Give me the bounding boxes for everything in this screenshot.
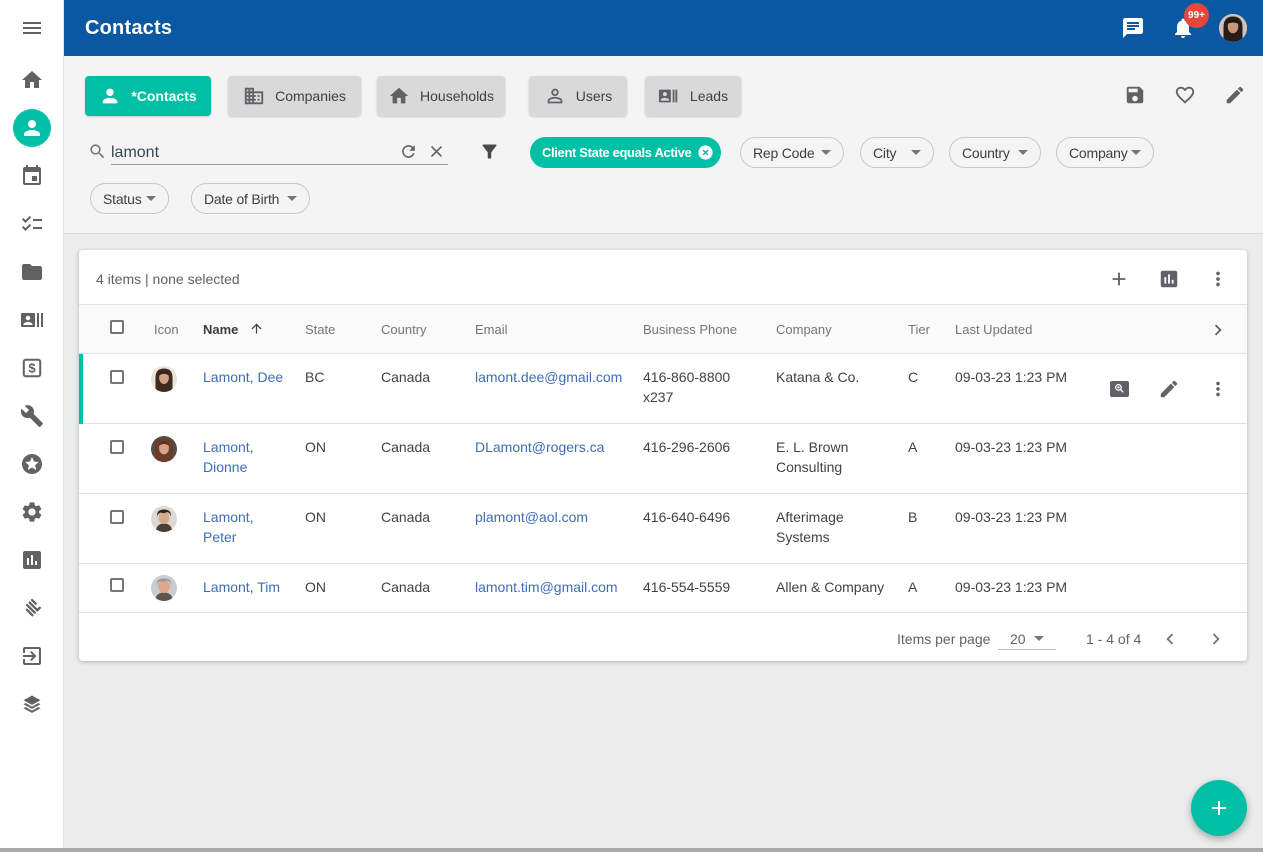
svg-text:$: $ (28, 361, 36, 376)
